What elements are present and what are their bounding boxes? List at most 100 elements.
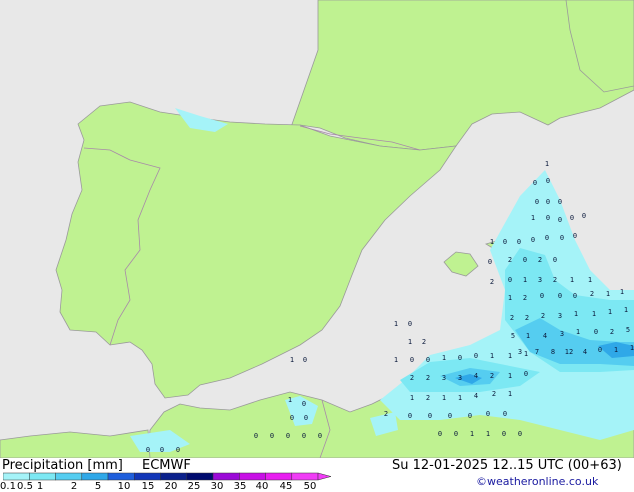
precip-value-label: 0 [533,179,537,187]
scale-tick-label: 30 [210,481,224,492]
precip-value-label: 0 [302,400,306,408]
precip-value-label: 1 [408,338,412,346]
precip-value-label: 0 [573,232,577,240]
precip-value-label: 0 [573,292,577,300]
precip-value-label: 0 [428,412,432,420]
precip-value-label: 1 [490,238,494,246]
precip-value-label: 1 [442,354,446,362]
precip-value-label: 1 [531,214,535,222]
precip-value-label: 3 [560,330,564,338]
precip-value-label: 2 [490,372,494,380]
scale-tick-label: 0.1 [0,481,16,492]
precip-value-label: 0 [502,430,506,438]
precip-value-label: 4 [474,372,478,380]
precip-value-label: 1 [486,430,490,438]
precip-value-label: 5 [626,326,630,334]
precip-value-label: 1 [288,396,292,404]
precip-value-label: 0 [290,414,294,422]
scale-tick-label: 10 [117,481,131,492]
scale-tick-label: 15 [141,481,155,492]
precip-value-label: 0 [146,446,150,454]
precip-value-label: 8 [551,348,555,356]
precip-value-label: 1 [620,288,624,296]
precip-value-label: 2 [508,256,512,264]
precip-value-label: 1 [576,328,580,336]
precip-value-label: 0 [408,412,412,420]
precip-value-label: 0 [318,432,322,440]
precip-value-label: 2 [492,390,496,398]
precip-value-label: 0 [535,198,539,206]
precip-value-label: 1 [490,352,494,360]
scale-tick-label: 20 [164,481,178,492]
scale-tick-label: 5 [94,481,102,492]
precip-value-label: 1 [442,394,446,402]
precip-value-label: 0 [426,356,430,364]
precip-value-label: 1 [614,346,618,354]
precip-value-label: 0 [503,238,507,246]
precip-value-label: 0 [508,276,512,284]
scale-tick-label: 40 [255,481,269,492]
precip-value-label: 1 [592,310,596,318]
precip-value-label: 2 [525,314,529,322]
precip-value-label: 0 [518,430,522,438]
scale-tick-label: 35 [233,481,247,492]
precip-value-label: 2 [590,290,594,298]
precip-value-label: 1 [526,332,530,340]
precip-value-label: 12 [565,348,573,356]
precip-value-label: 4 [474,392,478,400]
precip-value-label: 2 [422,338,426,346]
precip-value-label: 0 [454,430,458,438]
legend-footer: Precipitation [mm] ECMWF Su 12-01-2025 1… [0,458,634,492]
precip-value-label: 1 [570,276,574,284]
scale-tick-label: 50 [303,481,317,492]
precip-value-label: 0 [523,256,527,264]
precip-value-label: 1 [523,276,527,284]
precip-value-label: 0 [540,292,544,300]
precip-value-label: 0 [545,234,549,242]
precip-value-label: 2 [541,312,545,320]
precip-value-label: 0 [560,234,564,242]
precip-value-label: 4 [583,348,587,356]
precip-value-label: 0 [438,430,442,438]
precip-value-label: 0 [570,214,574,222]
precip-value-label: 1 [508,352,512,360]
precip-value-label: 0 [270,432,274,440]
precip-value-label: 0 [410,356,414,364]
precip-value-label: 2 [426,374,430,382]
precip-value-label: 0 [304,414,308,422]
precip-value-label: 1 [606,290,610,298]
precip-value-label: 0 [546,198,550,206]
scale-tick-label: 45 [279,481,293,492]
precip-value-label: 0 [546,177,550,185]
precip-value-label: 5 [511,332,515,340]
precip-value-label: 1 [458,394,462,402]
precip-value-label: 0 [448,412,452,420]
precip-value-label: 1 [470,430,474,438]
precip-value-label: 0 [594,328,598,336]
precip-value-label: 2 [523,294,527,302]
precip-value-label: 1 [608,308,612,316]
precip-value-label: 2 [610,328,614,336]
precip-value-label: 0 [488,258,492,266]
precip-value-label: 1 [624,306,628,314]
precip-value-label: 0 [558,292,562,300]
precip-value-label: 0 [286,432,290,440]
precip-value-label: 0 [176,446,180,454]
precip-value-label: 3 [558,312,562,320]
precip-value-label: 1 [394,320,398,328]
precip-value-label: 0 [517,238,521,246]
precip-value-label: 2 [490,278,494,286]
precip-value-label: 0 [546,214,550,222]
scale-tick-label: 2 [70,481,78,492]
precip-value-label: 0 [531,236,535,244]
precip-value-label: 0 [598,346,602,354]
precip-value-label: 2 [553,276,557,284]
precip-value-label: 1 [508,390,512,398]
precip-value-label: 0 [553,256,557,264]
precip-value-label: 1 [574,310,578,318]
precip-value-label: 4 [543,332,547,340]
precip-value-label: 0 [486,410,490,418]
precip-value-label: 2 [426,394,430,402]
precip-value-label: 0 [303,356,307,364]
scale-tick-label: 0.5 [17,481,33,492]
